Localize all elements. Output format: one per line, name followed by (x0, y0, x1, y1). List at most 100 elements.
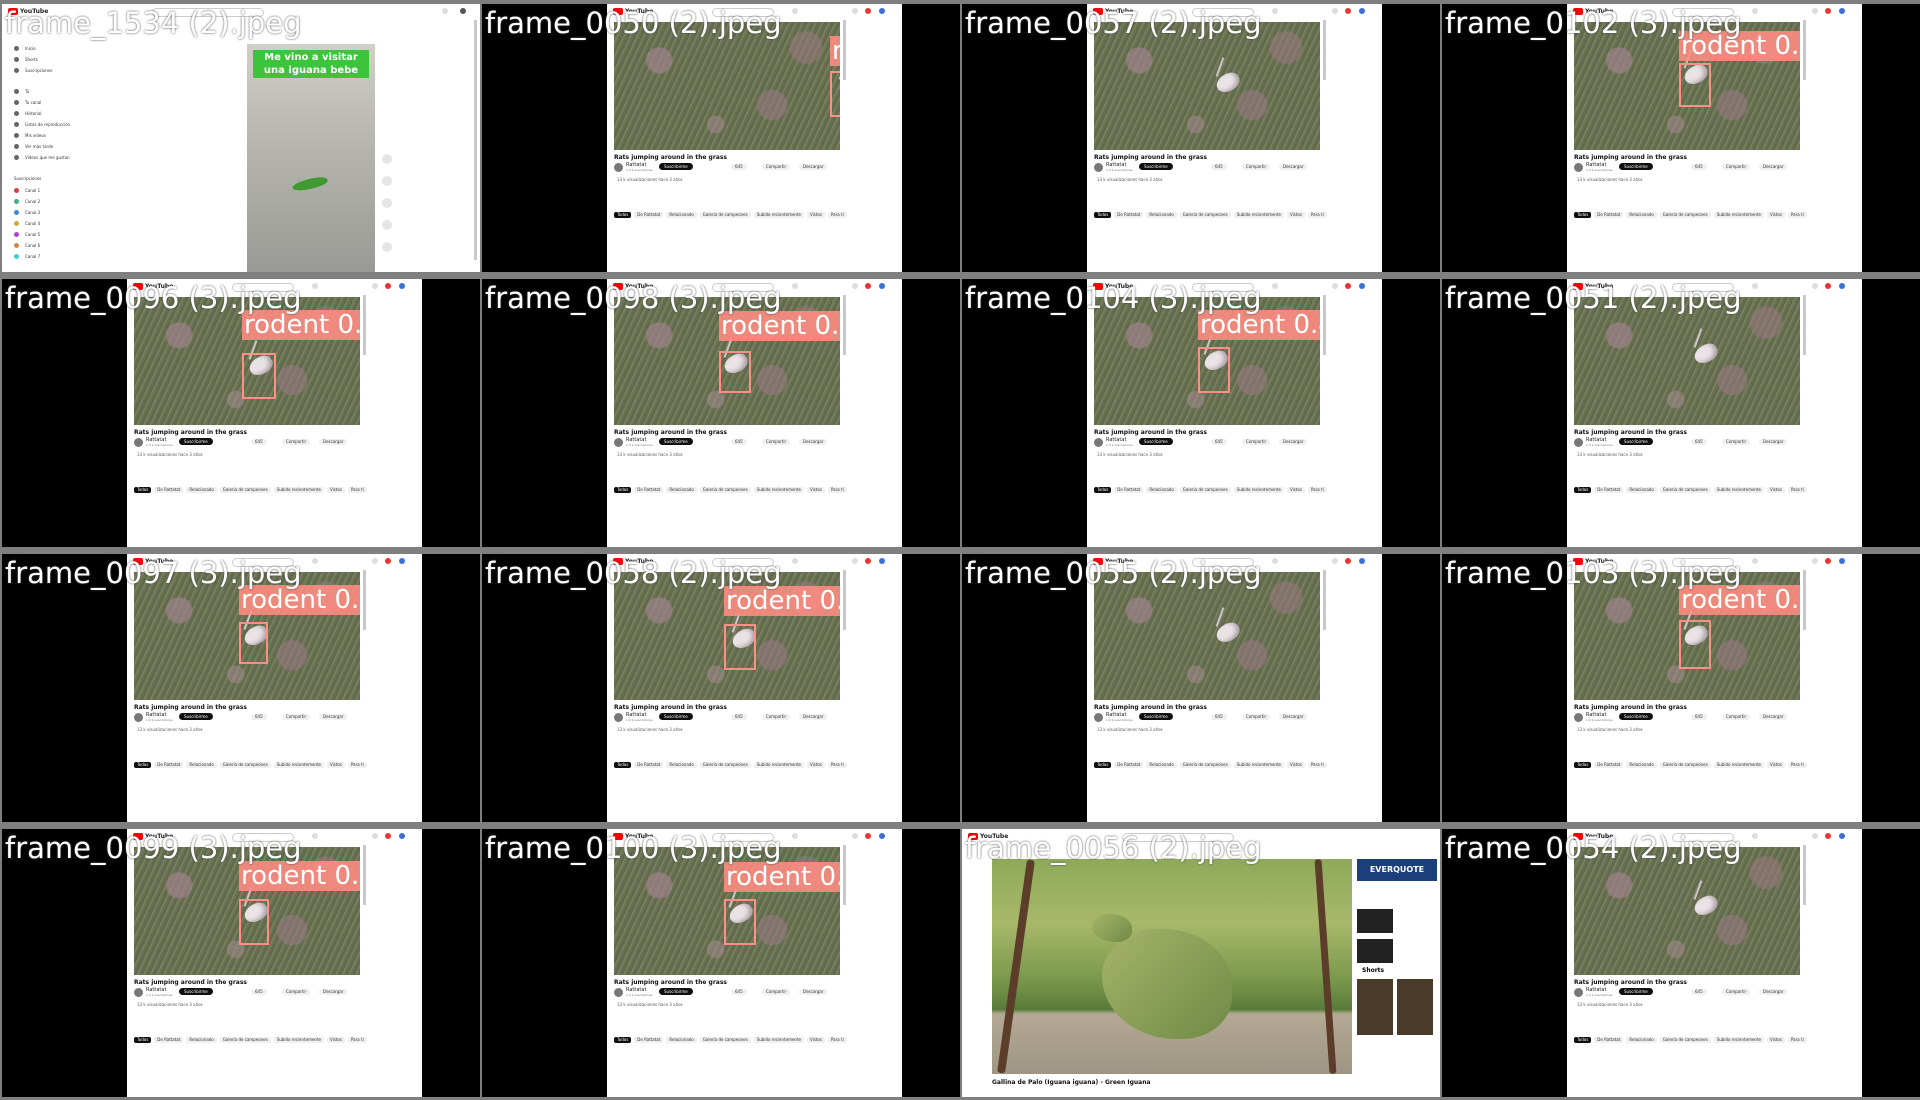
filter-chip[interactable]: Relacionado (1146, 762, 1177, 768)
search-input[interactable] (232, 283, 294, 292)
subscribe-button[interactable]: Suscribirme (1619, 163, 1653, 170)
filter-chip[interactable]: Vistos (1767, 212, 1785, 218)
subscribe-button[interactable]: Suscribirme (659, 438, 693, 445)
sidebar-item[interactable]: Mis videos (14, 133, 46, 138)
filter-chip[interactable]: De Rattatat (634, 762, 664, 768)
filter-chip[interactable]: Todos (1094, 487, 1112, 493)
create-icon[interactable] (852, 8, 858, 14)
filter-chip[interactable]: Para ti (347, 487, 367, 493)
video-player[interactable]: rodent 0.4 (1574, 22, 1800, 150)
filter-chip[interactable]: Relacionado (666, 487, 697, 493)
subscribe-button[interactable]: Suscribirme (1139, 713, 1173, 720)
subscription-item[interactable]: Canal 3 (14, 210, 40, 215)
filter-chip[interactable]: Relacionado (666, 762, 697, 768)
youtube-logo-icon[interactable] (1093, 8, 1103, 15)
notifications-icon[interactable] (865, 8, 871, 14)
filter-chip[interactable]: Todos (134, 762, 152, 768)
download-button[interactable]: Descargar (1279, 164, 1308, 170)
youtube-logo-icon[interactable] (613, 283, 623, 290)
video-player[interactable] (1574, 297, 1800, 425)
filter-chip[interactable]: Galería de campeones (699, 212, 751, 218)
filter-chip[interactable]: Para ti (827, 762, 847, 768)
scrollbar[interactable] (843, 295, 846, 355)
filter-chip[interactable]: Relacionado (666, 1037, 697, 1043)
dislike-icon[interactable] (382, 176, 392, 186)
channel-avatar[interactable] (614, 713, 623, 722)
search-input[interactable] (1192, 558, 1254, 567)
subscribe-button[interactable]: Suscribirme (1619, 988, 1653, 995)
sidebar-item[interactable]: Inicio (14, 46, 36, 51)
download-button[interactable]: Descargar (799, 714, 828, 720)
notifications-icon[interactable] (865, 283, 871, 289)
youtube-logo-icon[interactable] (8, 8, 18, 15)
youtube-logo-icon[interactable] (1573, 283, 1583, 290)
channel-avatar[interactable] (614, 163, 623, 172)
create-icon[interactable] (852, 833, 858, 839)
youtube-logo-icon[interactable] (1573, 558, 1583, 565)
search-input[interactable] (1672, 558, 1734, 567)
search-input[interactable] (232, 558, 294, 567)
short-thumbnail[interactable] (1397, 979, 1433, 1035)
avatar[interactable] (1359, 8, 1365, 14)
filter-chip[interactable]: Todos (614, 212, 632, 218)
filter-chip[interactable]: Todos (614, 1037, 632, 1043)
filter-chip[interactable]: Para ti (1787, 762, 1807, 768)
mic-icon[interactable] (1752, 558, 1758, 564)
filter-chip[interactable]: De Rattatat (634, 1037, 664, 1043)
filter-chip[interactable]: De Rattatat (634, 487, 664, 493)
filter-chip[interactable]: Vistos (327, 1037, 345, 1043)
filter-chip[interactable]: Subido recientemente (273, 487, 324, 493)
subscribe-button[interactable]: Suscribirme (659, 988, 693, 995)
subscription-item[interactable]: Canal 2 (14, 199, 40, 204)
scrollbar[interactable] (363, 570, 366, 630)
subscribe-button[interactable]: Suscribirme (179, 988, 213, 995)
filter-chip[interactable]: Subido recientemente (1713, 487, 1764, 493)
like-icon[interactable] (382, 154, 392, 164)
filter-chip[interactable]: Galería de campeones (219, 487, 271, 493)
mic-icon[interactable] (312, 283, 318, 289)
share-button[interactable]: Compartir (762, 439, 791, 445)
filter-chip[interactable]: Galería de campeones (699, 762, 751, 768)
notifications-icon[interactable] (1825, 8, 1831, 14)
notifications-icon[interactable] (1345, 558, 1351, 564)
sidebar-item[interactable]: Historial (14, 111, 42, 116)
download-button[interactable]: Descargar (799, 439, 828, 445)
filter-chip[interactable]: Para ti (827, 487, 847, 493)
share-button[interactable]: Compartir (1242, 164, 1271, 170)
notifications-icon[interactable] (1345, 8, 1351, 14)
filter-chip[interactable]: De Rattatat (1594, 762, 1624, 768)
scrollbar[interactable] (1323, 570, 1326, 630)
subscription-item[interactable]: Canal 4 (14, 221, 40, 226)
sidebar-item[interactable]: Tu canal (14, 100, 41, 105)
recommended-video[interactable] (1357, 939, 1393, 963)
filter-chip[interactable]: Relacionado (1146, 487, 1177, 493)
filter-chip[interactable]: Subido recientemente (273, 1037, 324, 1043)
search-input[interactable] (1122, 833, 1234, 842)
filter-chip[interactable]: Galería de campeones (1179, 487, 1231, 493)
filter-chip[interactable]: Todos (134, 487, 152, 493)
filter-chip[interactable]: Vistos (807, 487, 825, 493)
filter-chip[interactable]: Relacionado (1626, 487, 1657, 493)
scrollbar[interactable] (1323, 295, 1326, 355)
filter-chip[interactable]: De Rattatat (154, 762, 184, 768)
download-button[interactable]: Descargar (1759, 439, 1788, 445)
youtube-logo-icon[interactable] (133, 283, 143, 290)
filter-chip[interactable]: Relacionado (1626, 212, 1657, 218)
create-icon[interactable] (1332, 8, 1338, 14)
youtube-logo-icon[interactable] (613, 8, 623, 15)
ad-banner[interactable]: EVERQUOTE (1357, 859, 1437, 881)
scrollbar[interactable] (843, 845, 846, 905)
share-button[interactable]: Compartir (282, 439, 311, 445)
like-button[interactable]: 645 (251, 989, 267, 995)
filter-chip[interactable]: Para ti (1307, 487, 1327, 493)
youtube-logo-icon[interactable] (133, 833, 143, 840)
short-video[interactable]: Me vino a visitar una iguana bebe (247, 44, 375, 272)
recommended-video[interactable] (1357, 909, 1393, 933)
scrollbar[interactable] (1803, 570, 1806, 630)
video-player[interactable] (1574, 847, 1800, 975)
search-input[interactable] (1672, 283, 1734, 292)
sidebar-item[interactable]: Listas de reproducción (14, 122, 70, 127)
create-icon[interactable] (1332, 558, 1338, 564)
filter-chip[interactable]: Todos (1574, 212, 1592, 218)
video-player[interactable]: rodent 0.4 (614, 847, 840, 975)
